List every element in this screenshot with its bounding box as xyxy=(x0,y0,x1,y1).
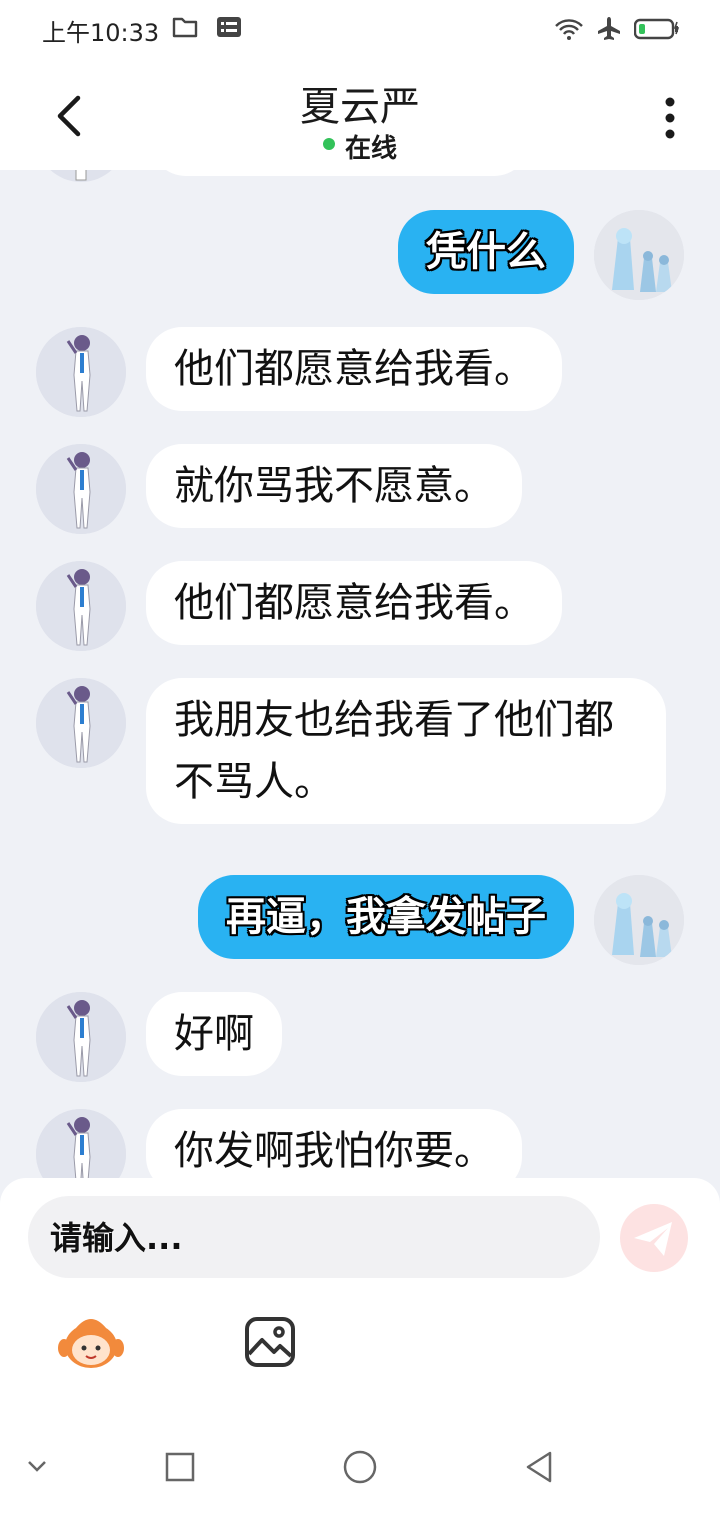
contact-avatar[interactable] xyxy=(36,992,126,1082)
chat-header: 夏云严 在线 xyxy=(0,56,720,170)
contact-avatar[interactable] xyxy=(36,561,126,651)
more-options-button[interactable] xyxy=(660,96,680,140)
image-picker-button[interactable] xyxy=(244,1316,296,1368)
collapse-chevron-icon xyxy=(28,1461,46,1472)
status-time: 上午10:33 xyxy=(42,19,160,47)
home-circle-icon xyxy=(343,1450,377,1484)
emoji-button[interactable] xyxy=(56,1314,126,1374)
message-bubble-incoming[interactable]: 我朋友也给我看了他们都不骂人。 xyxy=(146,678,666,824)
contact-avatar[interactable] xyxy=(36,1109,126,1180)
message-bubble-incoming[interactable]: 你发啊我怕你要。 xyxy=(146,1109,522,1180)
folder-icon xyxy=(172,16,198,42)
contact-avatar[interactable] xyxy=(36,170,126,182)
wifi-icon xyxy=(554,17,584,45)
battery-icon xyxy=(633,18,680,44)
contact-avatar[interactable] xyxy=(36,327,126,417)
composer-panel xyxy=(0,1178,720,1426)
recents-square-icon xyxy=(165,1452,195,1482)
message-input[interactable] xyxy=(48,1196,582,1280)
collapse-nav-button[interactable] xyxy=(26,1458,48,1477)
message-list[interactable]: 凭什么 他们都愿意给我看。 就你骂我不愿意。 他们都愿意给我看。 我朋友也给我看… xyxy=(0,170,720,1180)
message-bubble-incoming[interactable] xyxy=(150,170,530,176)
my-avatar[interactable] xyxy=(594,875,684,965)
back-triangle-icon xyxy=(526,1451,552,1483)
system-nav-bar xyxy=(0,1426,720,1520)
message-bubble-incoming[interactable]: 他们都愿意给我看。 xyxy=(146,561,562,645)
message-bubble-incoming[interactable]: 好啊 xyxy=(146,992,282,1076)
message-bubble-incoming[interactable]: 他们都愿意给我看。 xyxy=(146,327,562,411)
airplane-mode-icon xyxy=(596,16,622,46)
recents-button[interactable] xyxy=(165,1452,195,1486)
my-avatar[interactable] xyxy=(594,210,684,300)
home-button[interactable] xyxy=(343,1450,377,1488)
message-bubble-incoming[interactable]: 就你骂我不愿意。 xyxy=(146,444,522,528)
contact-avatar[interactable] xyxy=(36,444,126,534)
status-bar: 上午10:33 xyxy=(0,0,720,56)
image-icon xyxy=(245,1317,295,1367)
online-dot-icon xyxy=(322,137,335,150)
storage-icon xyxy=(216,16,242,42)
contact-name: 夏云严 xyxy=(300,84,420,130)
online-status: 在线 xyxy=(0,128,720,165)
message-bubble-outgoing[interactable]: 凭什么 xyxy=(398,210,574,294)
more-vertical-icon xyxy=(665,97,675,139)
contact-avatar[interactable] xyxy=(36,678,126,768)
system-back-button[interactable] xyxy=(524,1450,554,1488)
send-button[interactable] xyxy=(620,1204,688,1272)
paper-plane-icon xyxy=(634,1222,672,1256)
message-bubble-outgoing[interactable]: 再逼，我拿发帖子 xyxy=(198,875,574,959)
message-input-container[interactable] xyxy=(28,1196,600,1280)
emoji-mascot-icon xyxy=(58,1319,124,1368)
online-status-label: 在线 xyxy=(344,134,397,164)
